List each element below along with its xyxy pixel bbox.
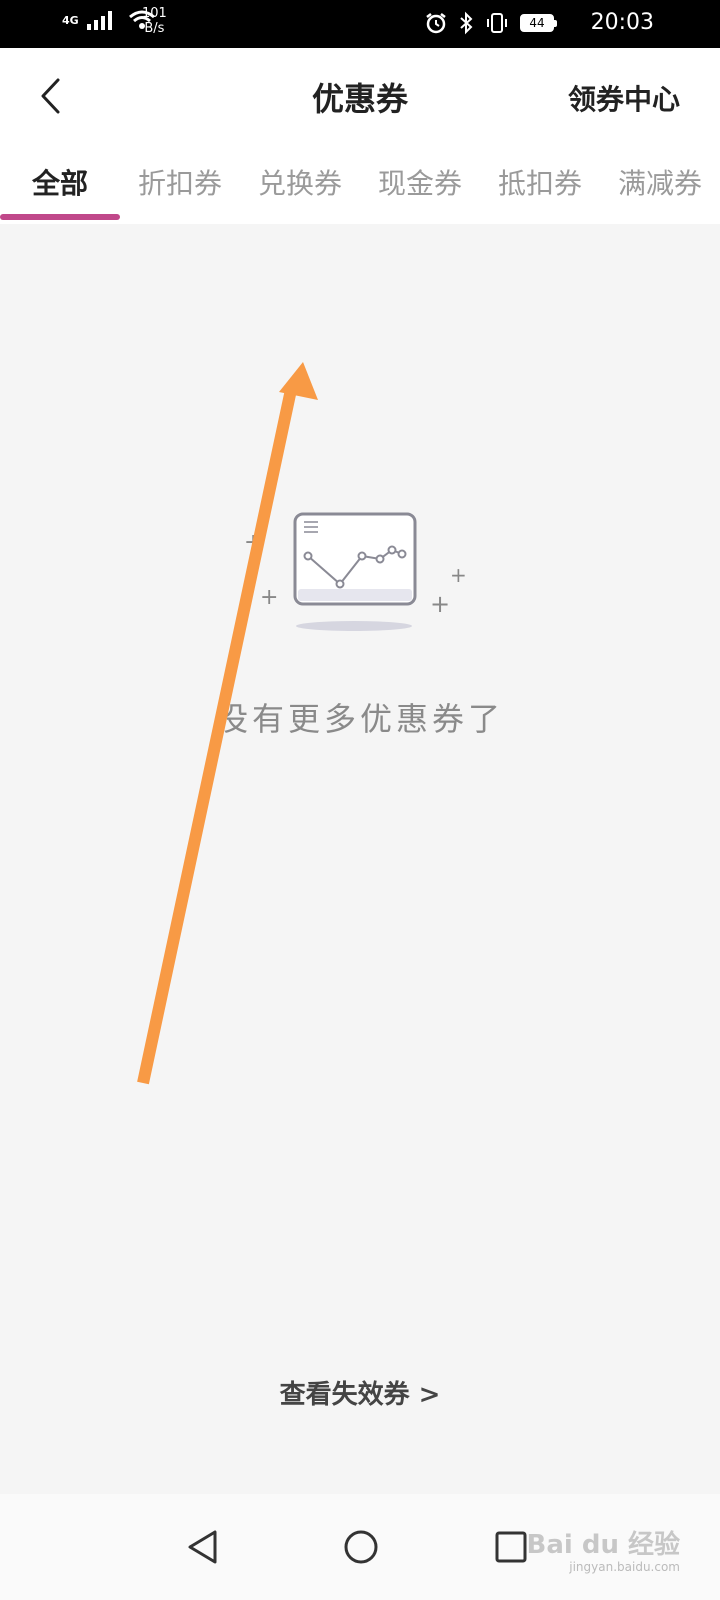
watermark-url: jingyan.baidu.com bbox=[569, 1560, 680, 1574]
tab-label: 兑换券 bbox=[257, 167, 342, 200]
svg-text:+: + bbox=[260, 585, 278, 610]
tab-label: 抵扣券 bbox=[497, 167, 582, 200]
network-speed: 101 B/s bbox=[142, 6, 167, 36]
back-button[interactable] bbox=[30, 74, 74, 118]
coupon-tabs: 全部 折扣券 兑换券 现金券 抵扣券 满减券 bbox=[0, 144, 720, 224]
tab-label: 全部 bbox=[31, 167, 88, 200]
nav-back-icon bbox=[188, 1530, 217, 1564]
system-nav-bar: Bai du 经验 jingyan.baidu.com bbox=[0, 1494, 720, 1600]
network-type: 4G bbox=[62, 13, 79, 27]
app-header: 优惠券 领券中心 bbox=[0, 48, 720, 144]
tab-label: 折扣券 bbox=[137, 167, 222, 200]
empty-message: 没有更多优惠券了 bbox=[215, 700, 504, 738]
alarm-icon bbox=[426, 13, 446, 34]
tab-cash[interactable]: 现金券 bbox=[360, 144, 480, 224]
bluetooth-icon bbox=[460, 11, 473, 35]
battery-icon: 44 bbox=[520, 14, 557, 32]
tab-all[interactable]: 全部 bbox=[0, 144, 120, 224]
view-expired-coupons-link[interactable]: 查看失效券 > bbox=[0, 1374, 720, 1411]
signal-icon bbox=[86, 11, 112, 30]
nav-home-button[interactable] bbox=[336, 1522, 386, 1572]
speed-unit: B/s bbox=[144, 21, 165, 36]
tab-indicator bbox=[0, 214, 120, 220]
coupon-list-area[interactable]: + + + + 没有更多优惠券了 查看失效券 > bbox=[0, 224, 720, 1494]
tab-full-reduction[interactable]: 满减券 bbox=[600, 144, 720, 224]
empty-chart-icon: + + + + bbox=[244, 512, 467, 631]
clock: 20:03 bbox=[590, 10, 654, 35]
chevron-left-icon bbox=[41, 78, 60, 114]
svg-text:+: + bbox=[450, 563, 467, 587]
coupon-center-link[interactable]: 领券中心 bbox=[568, 78, 680, 118]
svg-text:+: + bbox=[430, 590, 450, 618]
tab-deduction[interactable]: 抵扣券 bbox=[480, 144, 600, 224]
tab-discount[interactable]: 折扣券 bbox=[120, 144, 240, 224]
tab-label: 满减券 bbox=[617, 167, 702, 200]
nav-home-icon bbox=[344, 1530, 378, 1564]
tab-exchange[interactable]: 兑换券 bbox=[240, 144, 360, 224]
baidu-watermark: Bai du 经验 bbox=[526, 1530, 681, 1560]
tab-label: 现金券 bbox=[377, 167, 462, 200]
status-bar: 4G 101 B/s 44 20:03 bbox=[0, 0, 720, 48]
vibrate-icon bbox=[487, 13, 507, 33]
speed-value: 101 bbox=[142, 6, 167, 21]
nav-back-button[interactable] bbox=[180, 1522, 230, 1572]
svg-text:+: + bbox=[244, 530, 262, 555]
